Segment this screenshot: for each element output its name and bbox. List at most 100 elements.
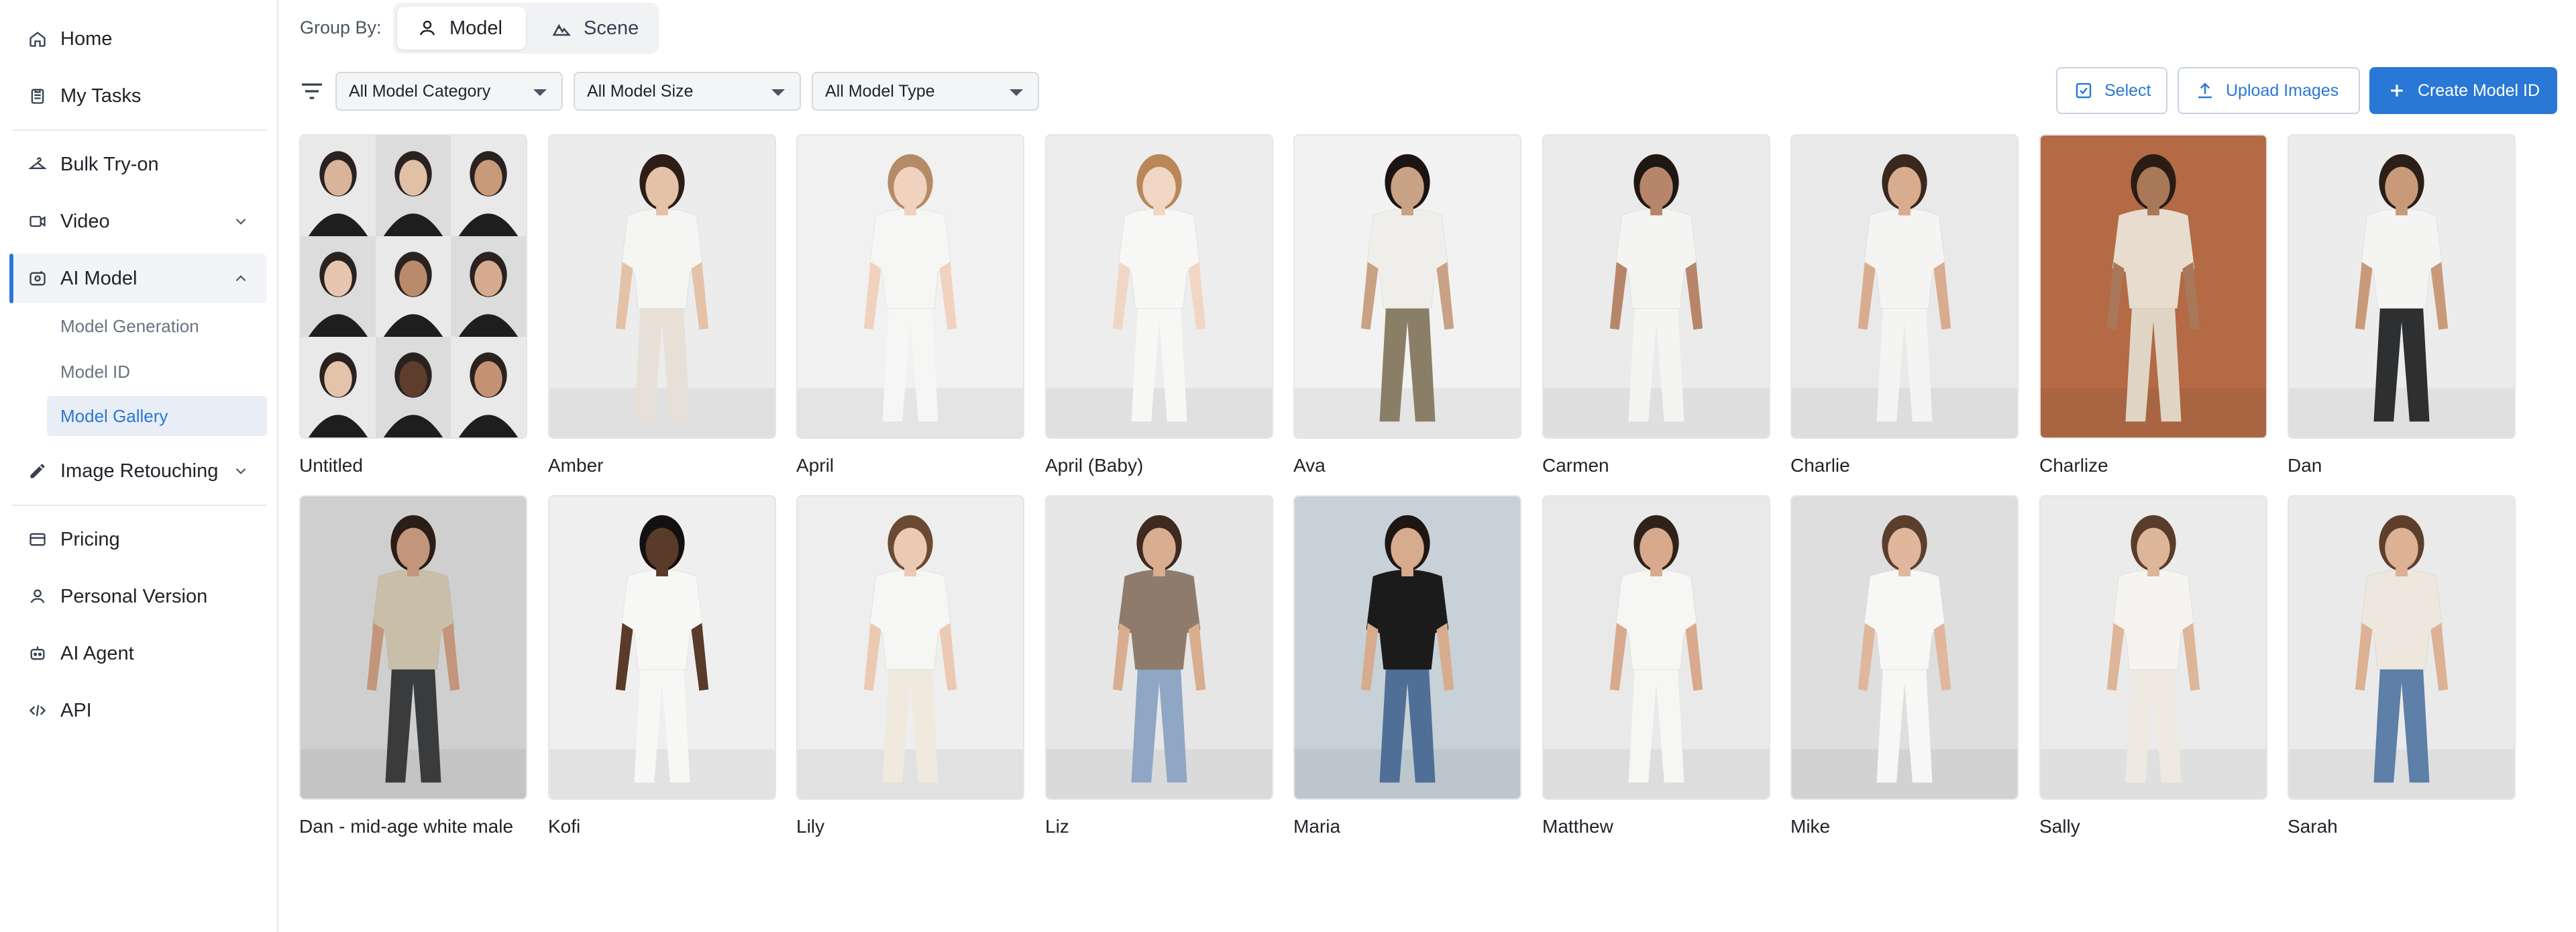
sidebar-item-label: My Tasks: [60, 85, 142, 107]
model-photo: [301, 497, 526, 798]
model-card[interactable]: Charlize: [2039, 134, 2267, 476]
chevron-down-icon: [235, 468, 246, 474]
sidebar-item-personal-version[interactable]: Personal Version: [12, 572, 267, 621]
model-thumbnail[interactable]: [1542, 495, 1770, 800]
model-name: Dan - mid-age white male: [299, 816, 514, 837]
sidebar-item-label: Personal Version: [60, 585, 208, 607]
filter-icon[interactable]: [299, 78, 325, 105]
sidebar-item-image-retouching[interactable]: Image Retouching: [12, 446, 267, 496]
model-card[interactable]: Sally: [2039, 495, 2267, 837]
robot-icon: [27, 643, 48, 664]
model-thumbnail[interactable]: [548, 495, 776, 800]
pencil-icon: [27, 460, 48, 482]
sidebar-item-pricing[interactable]: Pricing: [12, 515, 267, 564]
sidebar-item-ai-model[interactable]: AI Model: [9, 254, 267, 303]
model-photo: [2289, 136, 2514, 437]
sidebar-item-ai-agent[interactable]: AI Agent: [12, 629, 267, 678]
plus-icon: [2391, 85, 2403, 97]
sidebar-item-label: Video: [60, 210, 110, 232]
model-card[interactable]: Mike: [1790, 495, 2019, 837]
model-thumbnail[interactable]: [796, 495, 1024, 800]
model-card[interactable]: Dan - mid-age white male: [299, 495, 527, 837]
model-thumbnail[interactable]: [2039, 134, 2267, 439]
model-card[interactable]: Sarah: [2288, 495, 2516, 837]
model-photo: [1792, 136, 2017, 437]
sidebar-subitem-model-gallery[interactable]: Model Gallery: [47, 396, 267, 436]
divider: [12, 130, 267, 131]
model-type-select[interactable]: All Model Type: [812, 72, 1039, 111]
checkbox-icon: [2076, 83, 2092, 99]
chevron-up-icon: [235, 275, 246, 282]
model-thumbnail[interactable]: [1293, 495, 1521, 800]
model-card[interactable]: Charlie: [1790, 134, 2019, 476]
sidebar-item-my-tasks[interactable]: My Tasks: [12, 71, 267, 121]
model-thumbnail[interactable]: [1790, 134, 2019, 439]
model-thumbnail[interactable]: [2288, 134, 2516, 439]
code-icon: [27, 700, 48, 721]
sidebar-item-label: Pricing: [60, 528, 120, 550]
model-thumbnail[interactable]: [1542, 134, 1770, 439]
group-by-scene-button[interactable]: Scene: [531, 7, 655, 50]
model-card[interactable]: April: [796, 134, 1024, 476]
sidebar-item-label: AI Model: [60, 267, 138, 289]
model-thumbnail[interactable]: [796, 134, 1024, 439]
model-name: Sally: [2039, 816, 2080, 837]
model-name: Lily: [796, 816, 825, 837]
model-photo: [1295, 136, 1520, 437]
model-photo: [301, 136, 526, 437]
model-card[interactable]: Maria: [1293, 495, 1521, 837]
model-size-select[interactable]: All Model Size: [574, 72, 801, 111]
model-thumbnail[interactable]: [548, 134, 776, 439]
person-icon: [27, 586, 48, 607]
model-card[interactable]: Lily: [796, 495, 1024, 837]
model-name: Maria: [1293, 816, 1341, 837]
model-card[interactable]: Matthew: [1542, 495, 1770, 837]
upload-images-button[interactable]: Upload Images: [2178, 67, 2360, 114]
model-category-select[interactable]: All Model Category: [335, 72, 563, 111]
video-icon: [27, 211, 48, 232]
model-thumbnail[interactable]: [1045, 495, 1273, 800]
model-thumbnail[interactable]: [2288, 495, 2516, 800]
model-photo: [549, 497, 775, 798]
model-name: Charlize: [2039, 455, 2108, 476]
model-card[interactable]: Ava: [1293, 134, 1521, 476]
model-category-value: All Model Category: [349, 81, 491, 101]
sidebar-subitem-model-generation[interactable]: Model Generation: [47, 306, 267, 346]
mountain-icon: [552, 23, 571, 36]
caret-down-icon: [771, 89, 785, 96]
select-button[interactable]: Select: [2056, 67, 2167, 114]
hanger-icon: [27, 154, 48, 175]
model-thumbnail[interactable]: [299, 134, 527, 439]
sidebar-item-api[interactable]: API: [12, 686, 267, 735]
model-photo: [1046, 136, 1272, 437]
sidebar-item-video[interactable]: Video: [12, 197, 267, 246]
model-name: April: [796, 455, 835, 476]
sidebar-item-label: AI Agent: [60, 642, 134, 664]
sidebar-item-label: Bulk Try-on: [60, 153, 159, 175]
model-thumbnail[interactable]: [2039, 495, 2267, 800]
sidebar-item-bulk-try-on[interactable]: Bulk Try-on: [12, 140, 267, 189]
model-name: Untitled: [299, 455, 363, 476]
create-model-id-button[interactable]: Create Model ID: [2369, 67, 2557, 114]
model-name: April (Baby): [1045, 455, 1144, 476]
model-photo: [549, 136, 775, 437]
group-by-model-button[interactable]: Model: [397, 7, 526, 50]
model-thumbnail[interactable]: [1790, 495, 2019, 800]
model-card[interactable]: Dan: [2288, 134, 2516, 476]
sidebar-subitem-model-id[interactable]: Model ID: [47, 352, 267, 392]
model-thumbnail[interactable]: [1045, 134, 1273, 439]
model-card[interactable]: April (Baby): [1045, 134, 1273, 476]
model-thumbnail[interactable]: [299, 495, 527, 800]
model-card[interactable]: Amber: [548, 134, 776, 476]
model-card[interactable]: Untitled: [299, 134, 527, 476]
home-icon: [27, 28, 48, 50]
model-card[interactable]: Liz: [1045, 495, 1273, 837]
model-card[interactable]: Kofi: [548, 495, 776, 837]
sidebar-item-home[interactable]: Home: [12, 14, 267, 64]
model-type-value: All Model Type: [825, 81, 935, 101]
model-photo: [798, 497, 1023, 798]
model-card[interactable]: Carmen: [1542, 134, 1770, 476]
divider: [12, 505, 267, 506]
model-thumbnail[interactable]: [1293, 134, 1521, 439]
sidebar-item-label: API: [60, 699, 92, 721]
